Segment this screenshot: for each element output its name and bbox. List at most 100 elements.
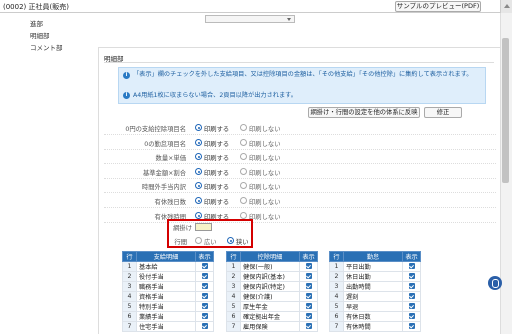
deduct-table: 行 控除明細 表示 1 健保(一般) 2 健保内訳(基本) 3 健保内訳(特定) 4 健保(介… — [226, 251, 318, 332]
print-on-label: 印刷する — [204, 184, 230, 191]
col-header: 行 — [122, 251, 137, 262]
display-checkbox[interactable] — [408, 293, 415, 299]
print-on-radio[interactable] — [195, 182, 202, 189]
print-on-radio[interactable] — [195, 168, 202, 175]
display-checkbox[interactable] — [408, 303, 415, 309]
display-cell — [195, 271, 214, 282]
table-row: 4 健保(介護) — [226, 291, 318, 302]
table-row: 4 資格手当 — [122, 291, 214, 302]
col-header: 表示 — [402, 251, 421, 262]
spacing-wide-radio[interactable] — [195, 237, 202, 244]
print-off-label: 印刷しない — [249, 141, 281, 148]
print-off-radio[interactable] — [240, 139, 247, 146]
print-off-radio[interactable] — [240, 197, 247, 204]
col-header: 行 — [226, 251, 241, 262]
print-off-radio[interactable] — [240, 182, 247, 189]
scroll-thumb[interactable] — [502, 38, 509, 183]
table-row: 2 休日出勤 — [329, 271, 421, 282]
print-off-radio[interactable] — [240, 212, 247, 219]
display-checkbox[interactable] — [408, 323, 415, 329]
table-row: 2 役付手当 — [122, 271, 214, 282]
display-checkbox[interactable] — [201, 273, 208, 279]
display-checkbox[interactable] — [201, 263, 208, 269]
display-checkbox[interactable] — [201, 303, 208, 309]
row-number: 5 — [226, 301, 241, 312]
display-checkbox[interactable] — [408, 263, 415, 269]
row-number: 7 — [122, 321, 137, 332]
table-row: 5 厚生年金 — [226, 301, 318, 312]
row-number: 6 — [122, 311, 137, 322]
print-on-radio[interactable] — [195, 197, 202, 204]
item-name: 有休時間 — [343, 321, 403, 332]
display-cell — [299, 321, 318, 332]
table-row: 1 基本給 — [122, 261, 214, 272]
table-row: 6 業績手当 — [122, 311, 214, 322]
item-name: 有休日数 — [343, 311, 403, 322]
row-number: 4 — [122, 291, 137, 302]
row-number: 2 — [226, 271, 241, 282]
deduct-table-wrap: 行 控除明細 表示 1 健保(一般) 2 健保内訳(基本) 3 健保内訳(特定) 4 健保(介… — [226, 251, 318, 332]
display-checkbox[interactable] — [305, 293, 312, 299]
display-checkbox[interactable] — [408, 273, 415, 279]
print-on-label: 印刷する — [204, 199, 230, 206]
sample-preview-button[interactable]: サンプルのプレビュー(PDF) — [395, 1, 481, 12]
table-row: 6 有休日数 — [329, 311, 421, 322]
table-row: 3 職務手当 — [122, 281, 214, 292]
display-checkbox[interactable] — [201, 293, 208, 299]
shade-color-swatch[interactable] — [195, 223, 212, 231]
print-off-radio[interactable] — [240, 153, 247, 160]
display-cell — [299, 301, 318, 312]
row-number: 7 — [329, 321, 344, 332]
format-select[interactable] — [205, 15, 295, 23]
pay-table: 行 支給明細 表示 1 基本給 2 役付手当 3 職務手当 4 資格手当 5 特別手当 6 業績手当 7… — [122, 251, 214, 332]
nav-item-0[interactable]: 進部 — [30, 18, 43, 28]
table-row: 6 確定拠出年金 — [226, 311, 318, 322]
display-checkbox[interactable] — [305, 313, 312, 319]
display-checkbox[interactable] — [201, 283, 208, 289]
display-checkbox[interactable] — [305, 323, 312, 329]
print-off-label: 印刷しない — [249, 184, 281, 191]
display-cell — [402, 321, 421, 332]
table-row: 7 有休時間 — [329, 321, 421, 332]
display-checkbox[interactable] — [408, 283, 415, 289]
spacing-narrow-radio[interactable] — [227, 237, 234, 244]
row-number: 5 — [329, 301, 344, 312]
item-name: 休日出勤 — [343, 271, 403, 282]
display-cell — [299, 261, 318, 272]
nav-item-1[interactable]: 明細部 — [30, 30, 50, 40]
display-checkbox[interactable] — [305, 283, 312, 289]
scroll-up-icon[interactable] — [500, 0, 512, 13]
nav-item-2[interactable]: コメント部 — [30, 42, 63, 52]
display-checkbox[interactable] — [201, 313, 208, 319]
pay-table-wrap: 行 支給明細 表示 1 基本給 2 役付手当 3 職務手当 4 資格手当 5 特別手当 6 業績手当 7… — [122, 251, 214, 332]
print-on-radio[interactable] — [195, 212, 202, 219]
attend-table: 行 勤怠 表示 1 平日出勤 2 休日出勤 3 出勤時間 4 遅刻 5 早退 6 有休日数 7 有休時間 — [329, 251, 421, 332]
display-cell — [402, 281, 421, 292]
display-cell — [299, 311, 318, 322]
display-cell — [402, 261, 421, 272]
section-divider — [104, 62, 494, 63]
print-off-radio[interactable] — [240, 168, 247, 175]
display-checkbox[interactable] — [408, 313, 415, 319]
print-off-radio[interactable] — [240, 124, 247, 131]
display-checkbox[interactable] — [305, 303, 312, 309]
row-number: 1 — [226, 261, 241, 272]
col-header: 表示 — [195, 251, 214, 262]
row-number: 5 — [122, 301, 137, 312]
print-off-label: 印刷しない — [249, 214, 281, 221]
spacing-label: 行間 — [174, 239, 187, 246]
display-checkbox[interactable] — [305, 273, 312, 279]
col-header: 勤怠 — [343, 251, 403, 262]
print-on-radio[interactable] — [195, 153, 202, 160]
display-cell — [195, 291, 214, 302]
help-chat-icon[interactable] — [488, 276, 502, 290]
edit-button[interactable]: 修正 — [424, 107, 462, 118]
display-checkbox[interactable] — [201, 323, 208, 329]
display-checkbox[interactable] — [305, 263, 312, 269]
print-on-radio[interactable] — [195, 124, 202, 131]
col-header: 表示 — [299, 251, 318, 262]
reflect-settings-button[interactable]: 網掛け・行間の設定を他の体系に反映 — [308, 107, 420, 118]
item-name: 厚生年金 — [240, 301, 300, 312]
info-box: i 「表示」欄のチェックを外した支給項目、又は控除項目の金額は、「その他支給」「… — [118, 67, 486, 104]
print-on-radio[interactable] — [195, 139, 202, 146]
